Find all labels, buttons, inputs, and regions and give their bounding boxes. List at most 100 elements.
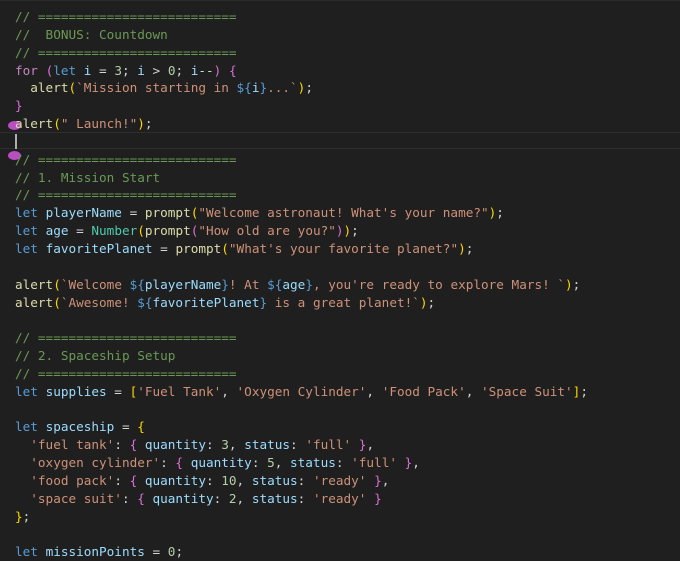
code-token-string: "How old are you?" — [198, 223, 336, 239]
code-token-keyword: let — [15, 383, 38, 399]
code-token-punct: : — [160, 455, 176, 471]
code-token-punct: ; — [144, 116, 153, 132]
code-line[interactable] — [15, 258, 588, 276]
code-token-variable: supplies — [45, 383, 107, 399]
code-line[interactable]: for (let i = 3; i > 0; i--) { — [15, 62, 588, 80]
code-token-paren: { — [175, 455, 184, 471]
code-token-paren: } — [374, 490, 382, 506]
code-token-string: 'Food Pack' — [381, 383, 466, 399]
code-token-comment: // ========================== — [15, 44, 237, 60]
code-token-brace: ) — [137, 116, 145, 132]
code-token-punct: ; — [121, 62, 138, 78]
code-token-function: alert — [15, 276, 54, 292]
code-line[interactable] — [15, 311, 588, 329]
code-line[interactable]: }; — [15, 508, 588, 526]
code-token-punct: = — [114, 419, 138, 435]
code-token-punct: , — [221, 383, 237, 399]
code-token-punct — [15, 80, 30, 95]
code-line[interactable]: 'oxygen cylinder': { quantity: 5, status… — [15, 454, 588, 472]
code-line[interactable]: // 1. Mission Start — [15, 169, 588, 187]
code-token-variable: age — [45, 223, 69, 239]
code-line[interactable]: } — [15, 97, 588, 115]
code-token-punct — [351, 437, 359, 452]
code-token-punct: = — [121, 205, 145, 221]
code-token-interp: } — [221, 276, 229, 292]
code-line[interactable]: let age = Number(prompt("How old are you… — [15, 222, 588, 240]
code-line[interactable] — [15, 525, 588, 543]
code-token-brace: ( — [53, 116, 61, 132]
code-line[interactable]: 'space suit': { quantity: 2, status: 're… — [15, 490, 588, 508]
code-token-function: prompt — [144, 223, 191, 239]
code-line[interactable]: alert(`Awesome! ${favoritePlanet} is a g… — [15, 294, 588, 312]
code-token-number: 3 — [221, 437, 229, 453]
code-line[interactable] — [15, 133, 588, 151]
code-token-brace: ( — [68, 80, 77, 96]
code-token-string: "Welcome astronaut! What's your name?" — [198, 205, 489, 221]
code-token-number: 5 — [267, 455, 275, 471]
code-line[interactable]: alert(`Mission starting in ${i}...`); — [15, 79, 588, 97]
code-token-comment: // ========================== — [15, 187, 237, 203]
code-line[interactable]: // ========================== — [15, 8, 588, 26]
code-token-punct — [15, 491, 30, 506]
code-line[interactable]: // ========================== — [15, 329, 588, 347]
code-line[interactable]: // ========================== — [15, 365, 588, 383]
code-token-punct: ; — [175, 62, 191, 78]
code-token-string: 'Oxygen Cylinder' — [236, 383, 367, 399]
code-token-punct — [15, 437, 30, 452]
code-line[interactable]: let spaceship = { — [15, 418, 588, 436]
code-token-comment: // BONUS: Countdown — [15, 26, 168, 42]
code-token-variable: favoritePlanet — [152, 294, 260, 310]
code-line[interactable]: 'food pack': { quantity: 10, status: 're… — [15, 472, 588, 490]
code-token-punct: = — [68, 223, 92, 239]
code-token-variable: status — [251, 490, 298, 506]
code-token-interp: ${ — [236, 80, 252, 96]
code-token-variable: playerName — [144, 276, 222, 292]
code-token-punct — [137, 437, 145, 452]
code-line[interactable]: let playerName = prompt("Welcome astrona… — [15, 204, 588, 222]
code-token-string: 'ready' — [312, 490, 367, 506]
code-token-comment: // 1. Mission Start — [15, 169, 161, 185]
code-token-punct — [397, 455, 405, 470]
code-content[interactable]: // ========================== // BONUS: C… — [15, 8, 588, 561]
code-token-punct: = — [91, 62, 115, 78]
code-token-punct: : — [213, 490, 229, 506]
code-token-brace: ( — [221, 240, 229, 256]
code-line[interactable]: alert(" Launch!"); — [15, 115, 588, 133]
code-line[interactable] — [15, 401, 588, 419]
code-token-string: 'full' — [351, 455, 397, 471]
code-token-variable: quantity — [152, 490, 214, 506]
code-token-comment: // ========================== — [15, 330, 237, 346]
code-token-number: 10 — [221, 472, 237, 488]
code-line[interactable]: alert(`Welcome ${playerName}! At ${age},… — [15, 276, 588, 294]
code-line[interactable]: // 2. Spaceship Setup — [15, 347, 588, 365]
code-token-punct: : — [205, 437, 222, 453]
code-token-function: prompt — [144, 205, 191, 221]
code-line[interactable]: // ========================== — [15, 151, 588, 169]
code-line[interactable]: // ========================== — [15, 44, 588, 62]
code-token-brace: } — [15, 508, 23, 524]
code-token-punct: ; — [496, 205, 504, 221]
code-token-punct: ; — [465, 240, 474, 256]
code-token-punct — [38, 205, 46, 220]
code-token-keyword: let — [53, 62, 77, 78]
code-token-brace: ) — [419, 294, 428, 310]
code-line[interactable]: let supplies = ['Fuel Tank', 'Oxygen Cyl… — [15, 383, 588, 401]
code-token-variable: status — [251, 472, 298, 488]
code-token-paren: } — [374, 472, 382, 488]
code-line[interactable]: let favoritePlanet = prompt("What's your… — [15, 240, 588, 258]
code-token-paren: { — [228, 62, 237, 78]
code-token-punct — [38, 419, 46, 434]
code-line[interactable]: let missionPoints = 0; — [15, 543, 588, 561]
code-token-punct — [221, 63, 229, 78]
code-token-function: prompt — [175, 240, 222, 256]
code-line[interactable]: // BONUS: Countdown — [15, 26, 588, 44]
code-line[interactable]: // ========================== — [15, 186, 588, 204]
code-token-string: "What's your favorite planet?" — [228, 240, 459, 256]
code-editor[interactable]: // ========================== // BONUS: C… — [0, 0, 680, 559]
code-token-string: 'space suit' — [30, 490, 122, 506]
code-line[interactable]: 'fuel tank': { quantity: 3, status: 'ful… — [15, 436, 588, 454]
code-token-punct — [15, 473, 30, 488]
code-token-punct: ; — [22, 508, 31, 524]
code-token-class: Number — [91, 223, 138, 239]
code-token-punct: , — [465, 383, 481, 399]
